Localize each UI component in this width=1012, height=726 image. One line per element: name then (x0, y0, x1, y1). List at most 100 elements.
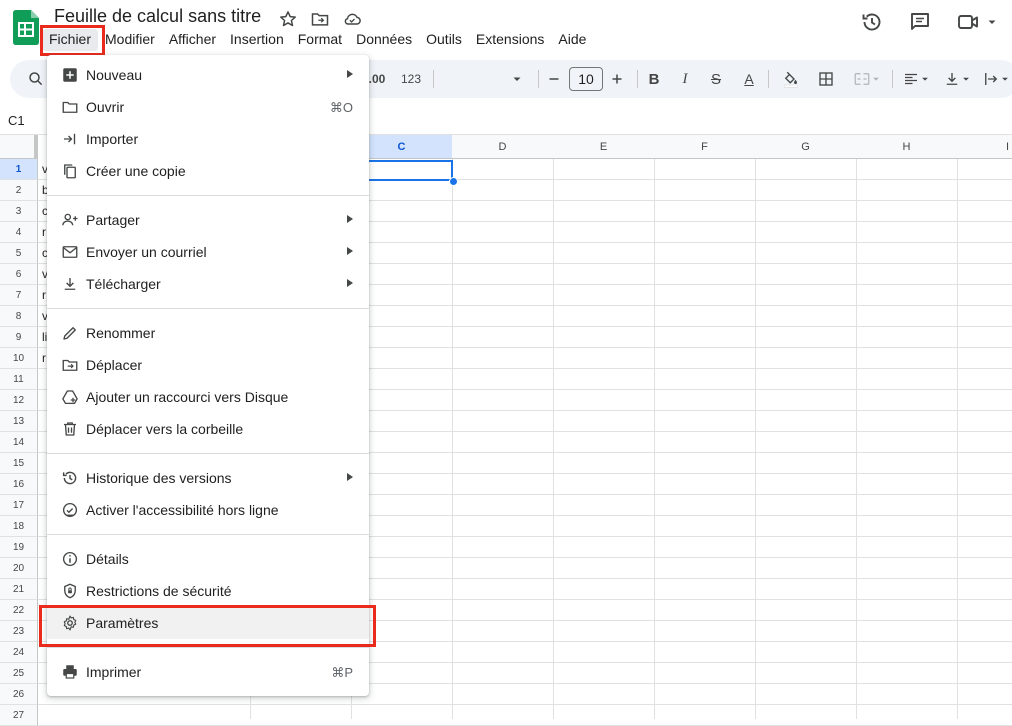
menu-item-imprimer[interactable]: Imprimer ⌘P (47, 656, 369, 688)
text-color-button[interactable]: A (740, 60, 758, 98)
row-header[interactable]: 3 (0, 201, 38, 222)
decimal-increase-button[interactable]: .00 (366, 60, 388, 98)
text-wrap-button[interactable] (980, 60, 1012, 98)
row-header[interactable]: 24 (0, 642, 38, 663)
submenu-arrow-icon (347, 279, 353, 287)
row-header[interactable]: 18 (0, 516, 38, 537)
cell-a-value[interactable]: r (42, 348, 46, 369)
column-header-h[interactable]: H (856, 135, 958, 159)
move-folder-icon (61, 356, 79, 374)
horizontal-align-button[interactable] (899, 60, 933, 98)
menu-item-telecharger[interactable]: Télécharger (47, 268, 369, 300)
row-header[interactable]: 12 (0, 390, 38, 411)
strikethrough-button[interactable]: S (707, 60, 725, 98)
bold-button[interactable]: B (645, 60, 663, 98)
menu-format[interactable]: Format (291, 29, 349, 51)
cloud-status-icon[interactable] (342, 9, 362, 29)
menu-fichier[interactable]: Fichier (42, 29, 99, 51)
menu-insertion[interactable]: Insertion (223, 29, 291, 51)
cell-a-value[interactable]: r (42, 222, 46, 243)
row-header[interactable]: 19 (0, 537, 38, 558)
row-header[interactable]: 5 (0, 243, 38, 264)
name-box[interactable]: C1 (8, 113, 25, 128)
video-call-button[interactable] (956, 10, 998, 34)
menu-item-nouveau[interactable]: Nouveau (47, 59, 369, 91)
menu-item-parametres[interactable]: Paramètres (47, 607, 369, 639)
row-header[interactable]: 17 (0, 495, 38, 516)
menu-item-ouvrir[interactable]: Ouvrir ⌘O (47, 91, 369, 123)
new-sheet-icon (61, 66, 79, 84)
font-size-input[interactable]: 10 (569, 67, 603, 91)
vertical-align-button[interactable] (940, 60, 974, 98)
menu-item-renommer[interactable]: Renommer (47, 317, 369, 349)
menu-extensions[interactable]: Extensions (469, 29, 551, 51)
move-folder-icon[interactable] (310, 9, 330, 29)
row-header[interactable]: 27 (0, 705, 38, 726)
comment-icon[interactable] (908, 10, 932, 34)
row-header[interactable]: 2 (0, 180, 38, 201)
row-header[interactable]: 9 (0, 327, 38, 348)
row-header[interactable]: 21 (0, 579, 38, 600)
menu-afficher[interactable]: Afficher (162, 29, 223, 51)
column-header-d[interactable]: D (452, 135, 554, 159)
document-title[interactable]: Feuille de calcul sans titre (54, 6, 261, 27)
menu-item-historique-versions[interactable]: Historique des versions (47, 462, 369, 494)
menu-item-partager[interactable]: Partager (47, 204, 369, 236)
submenu-arrow-icon (347, 247, 353, 255)
row-header[interactable]: 23 (0, 621, 38, 642)
menu-item-envoyer-courriel[interactable]: Envoyer un courriel (47, 236, 369, 268)
font-size-decrease-button[interactable] (545, 60, 563, 98)
menu-aide[interactable]: Aide (551, 29, 593, 51)
shortcut-label: ⌘P (331, 665, 353, 680)
number-format-button[interactable]: 123 (398, 60, 424, 98)
menu-modifier[interactable]: Modifier (98, 29, 162, 51)
star-icon[interactable] (278, 9, 298, 29)
borders-button[interactable] (816, 60, 836, 98)
column-header-i[interactable]: I (957, 135, 1012, 159)
menu-item-details[interactable]: Détails (47, 543, 369, 575)
row-header[interactable]: 26 (0, 684, 38, 705)
search-menus-button[interactable] (24, 60, 48, 98)
chevron-down-icon (963, 77, 969, 81)
row-header[interactable]: 22 (0, 600, 38, 621)
select-all-corner[interactable] (0, 135, 38, 159)
row-header[interactable]: 7 (0, 285, 38, 306)
menu-item-label: Ouvrir (86, 99, 125, 115)
menu-item-deplacer[interactable]: Déplacer (47, 349, 369, 381)
menu-item-importer[interactable]: Importer (47, 123, 369, 155)
row-header[interactable]: 25 (0, 663, 38, 684)
row-header[interactable]: 8 (0, 306, 38, 327)
fill-color-button[interactable] (781, 60, 801, 98)
chevron-down-icon (922, 77, 928, 81)
menu-item-restrictions-securite[interactable]: Restrictions de sécurité (47, 575, 369, 607)
cell-a-value[interactable]: r (42, 285, 46, 306)
row-header[interactable]: 1 (0, 159, 38, 180)
menu-outils[interactable]: Outils (419, 29, 469, 51)
italic-button[interactable]: I (676, 60, 694, 98)
menu-item-accessibilite-hors-ligne[interactable]: Activer l'accessibilité hors ligne (47, 494, 369, 526)
video-call-icon (958, 15, 978, 29)
row-header[interactable]: 20 (0, 558, 38, 579)
row-header[interactable]: 11 (0, 369, 38, 390)
column-header-g[interactable]: G (755, 135, 857, 159)
row-header[interactable]: 4 (0, 222, 38, 243)
row-header[interactable]: 13 (0, 411, 38, 432)
column-header-e[interactable]: E (553, 135, 655, 159)
font-dropdown-button[interactable] (507, 60, 527, 98)
menu-item-corbeille[interactable]: Déplacer vers la corbeille (47, 413, 369, 445)
menu-donnees[interactable]: Données (349, 29, 419, 51)
menu-item-raccourci-disque[interactable]: Ajouter un raccourci vers Disque (47, 381, 369, 413)
chevron-down-icon (1002, 77, 1008, 81)
history-icon[interactable] (860, 10, 884, 34)
merge-cells-button[interactable] (848, 60, 886, 98)
fill-handle[interactable] (449, 177, 458, 186)
font-size-increase-button[interactable] (608, 60, 626, 98)
menu-item-creer-copie[interactable]: Créer une copie (47, 155, 369, 187)
row-header[interactable]: 16 (0, 474, 38, 495)
row-header[interactable]: 15 (0, 453, 38, 474)
column-header-f[interactable]: F (654, 135, 756, 159)
row-header[interactable]: 6 (0, 264, 38, 285)
row-header[interactable]: 10 (0, 348, 38, 369)
row-header[interactable]: 14 (0, 432, 38, 453)
sheets-logo-icon[interactable] (13, 10, 39, 45)
